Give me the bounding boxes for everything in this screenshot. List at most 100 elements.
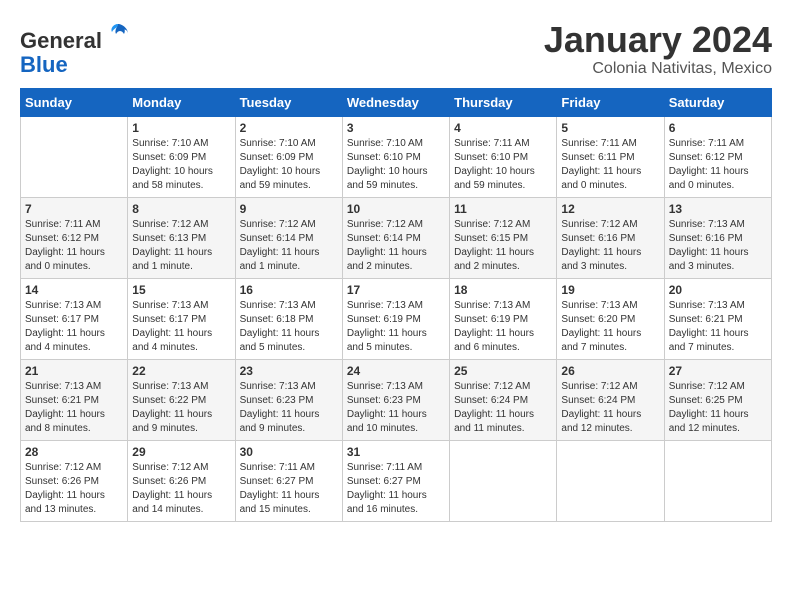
day-number: 20 (669, 283, 767, 297)
calendar-cell: 20Sunrise: 7:13 AM Sunset: 6:21 PM Dayli… (664, 278, 771, 359)
day-number: 8 (132, 202, 230, 216)
calendar-cell: 9Sunrise: 7:12 AM Sunset: 6:14 PM Daylig… (235, 197, 342, 278)
day-info: Sunrise: 7:10 AM Sunset: 6:10 PM Dayligh… (347, 137, 445, 193)
calendar-cell: 18 Sunrise: 7:13 AM Sunset: 6:19 PM Dayli… (450, 278, 557, 359)
calendar-cell: 28 Sunrise: 7:12 AM Sunset: 6:26 PM Dayli… (21, 440, 128, 521)
day-number: 9 (240, 202, 338, 216)
day-number: 27 (669, 364, 767, 378)
day-number: 28 (25, 445, 123, 459)
day-info: Sunrise: 7:13 AM Sunset: 6:18 PM Dayligh… (240, 299, 338, 355)
day-info: Sunrise: 7:11 AM Sunset: 6:11 PM Dayligh… (561, 137, 659, 193)
calendar-cell (450, 440, 557, 521)
day-number: 19 (561, 283, 659, 297)
day-info: Sunrise: 7:10 AM Sunset: 6:09 PM Dayligh… (132, 137, 230, 193)
day-info: Sunrise: 7:13 AM Sunset: 6:21 PM Dayligh… (25, 380, 123, 436)
title-block: January 2024 Colonia Nativitas, Mexico (544, 20, 772, 78)
calendar-cell: 10 Sunrise: 7:12 AM Sunset: 6:14 PM Dayli… (342, 197, 449, 278)
day-number: 10 (347, 202, 445, 216)
day-number: 5 (561, 121, 659, 135)
day-number: 31 (347, 445, 445, 459)
calendar-cell: 30 Sunrise: 7:11 AM Sunset: 6:27 PM Dayli… (235, 440, 342, 521)
day-number: 13 (669, 202, 767, 216)
day-info: Sunrise: 7:12 AM Sunset: 6:26 PM Dayligh… (132, 461, 230, 517)
day-info: Sunrise: 7:12 AM Sunset: 6:14 PM Dayligh… (347, 218, 445, 274)
calendar-cell: 24 Sunrise: 7:13 AM Sunset: 6:23 PM Dayli… (342, 359, 449, 440)
day-number: 29 (132, 445, 230, 459)
calendar-cell: 15Sunrise: 7:13 AM Sunset: 6:17 PM Dayli… (128, 278, 235, 359)
month-title: January 2024 (544, 20, 772, 60)
calendar-cell (21, 116, 128, 197)
day-number: 3 (347, 121, 445, 135)
calendar-cell (664, 440, 771, 521)
day-number: 17 (347, 283, 445, 297)
calendar-cell: 26Sunrise: 7:12 AM Sunset: 6:24 PM Dayli… (557, 359, 664, 440)
day-number: 2 (240, 121, 338, 135)
day-number: 25 (454, 364, 552, 378)
location-subtitle: Colonia Nativitas, Mexico (544, 60, 772, 78)
header-thursday: Thursday (450, 88, 557, 116)
week-row-1: 1 Sunrise: 7:10 AM Sunset: 6:09 PM Daylig… (21, 116, 772, 197)
day-number: 18 (454, 283, 552, 297)
calendar-cell: 5 Sunrise: 7:11 AM Sunset: 6:11 PM Daylig… (557, 116, 664, 197)
week-row-3: 14 Sunrise: 7:13 AM Sunset: 6:17 PM Dayli… (21, 278, 772, 359)
day-info: Sunrise: 7:12 AM Sunset: 6:25 PM Dayligh… (669, 380, 767, 436)
day-number: 14 (25, 283, 123, 297)
day-number: 22 (132, 364, 230, 378)
calendar-cell: 23 Sunrise: 7:13 AM Sunset: 6:23 PM Dayli… (235, 359, 342, 440)
calendar-cell: 1 Sunrise: 7:10 AM Sunset: 6:09 PM Daylig… (128, 116, 235, 197)
day-info: Sunrise: 7:13 AM Sunset: 6:23 PM Dayligh… (347, 380, 445, 436)
logo-bird-icon (104, 20, 132, 48)
day-info: Sunrise: 7:13 AM Sunset: 6:17 PM Dayligh… (25, 299, 123, 355)
day-info: Sunrise: 7:10 AM Sunset: 6:09 PM Dayligh… (240, 137, 338, 193)
calendar-cell: 14 Sunrise: 7:13 AM Sunset: 6:17 PM Dayli… (21, 278, 128, 359)
page-header: General Blue January 2024 Colonia Nativi… (20, 20, 772, 78)
day-info: Sunrise: 7:11 AM Sunset: 6:12 PM Dayligh… (25, 218, 123, 274)
day-info: Sunrise: 7:13 AM Sunset: 6:17 PM Dayligh… (132, 299, 230, 355)
calendar-cell: 12Sunrise: 7:12 AM Sunset: 6:16 PM Dayli… (557, 197, 664, 278)
day-number: 1 (132, 121, 230, 135)
calendar-cell: 31 Sunrise: 7:11 AM Sunset: 6:27 PM Dayli… (342, 440, 449, 521)
day-info: Sunrise: 7:11 AM Sunset: 6:27 PM Dayligh… (240, 461, 338, 517)
header-tuesday: Tuesday (235, 88, 342, 116)
calendar-cell (557, 440, 664, 521)
calendar-cell: 3 Sunrise: 7:10 AM Sunset: 6:10 PM Daylig… (342, 116, 449, 197)
day-number: 23 (240, 364, 338, 378)
day-info: Sunrise: 7:13 AM Sunset: 6:23 PM Dayligh… (240, 380, 338, 436)
calendar-cell: 22 Sunrise: 7:13 AM Sunset: 6:22 PM Dayli… (128, 359, 235, 440)
day-info: Sunrise: 7:12 AM Sunset: 6:24 PM Dayligh… (454, 380, 552, 436)
day-number: 11 (454, 202, 552, 216)
logo-general-text: General (20, 28, 102, 53)
logo-blue-text: Blue (20, 52, 68, 77)
day-number: 24 (347, 364, 445, 378)
calendar-cell: 11 Sunrise: 7:12 AM Sunset: 6:15 PM Dayli… (450, 197, 557, 278)
day-info: Sunrise: 7:13 AM Sunset: 6:16 PM Dayligh… (669, 218, 767, 274)
day-number: 4 (454, 121, 552, 135)
week-row-5: 28 Sunrise: 7:12 AM Sunset: 6:26 PM Dayli… (21, 440, 772, 521)
day-info: Sunrise: 7:11 AM Sunset: 6:27 PM Dayligh… (347, 461, 445, 517)
week-row-2: 7 Sunrise: 7:11 AM Sunset: 6:12 PM Daylig… (21, 197, 772, 278)
day-info: Sunrise: 7:11 AM Sunset: 6:12 PM Dayligh… (669, 137, 767, 193)
calendar-cell: 21 Sunrise: 7:13 AM Sunset: 6:21 PM Dayli… (21, 359, 128, 440)
day-info: Sunrise: 7:12 AM Sunset: 6:26 PM Dayligh… (25, 461, 123, 517)
day-info: Sunrise: 7:13 AM Sunset: 6:22 PM Dayligh… (132, 380, 230, 436)
day-number: 16 (240, 283, 338, 297)
day-number: 30 (240, 445, 338, 459)
header-wednesday: Wednesday (342, 88, 449, 116)
day-info: Sunrise: 7:13 AM Sunset: 6:19 PM Dayligh… (454, 299, 552, 355)
calendar-cell: 25 Sunrise: 7:12 AM Sunset: 6:24 PM Dayli… (450, 359, 557, 440)
calendar-cell: 4Sunrise: 7:11 AM Sunset: 6:10 PM Daylig… (450, 116, 557, 197)
day-number: 12 (561, 202, 659, 216)
day-info: Sunrise: 7:12 AM Sunset: 6:15 PM Dayligh… (454, 218, 552, 274)
day-number: 26 (561, 364, 659, 378)
day-info: Sunrise: 7:13 AM Sunset: 6:20 PM Dayligh… (561, 299, 659, 355)
header-monday: Monday (128, 88, 235, 116)
week-row-4: 21 Sunrise: 7:13 AM Sunset: 6:21 PM Dayli… (21, 359, 772, 440)
header-sunday: Sunday (21, 88, 128, 116)
calendar-cell: 16 Sunrise: 7:13 AM Sunset: 6:18 PM Dayli… (235, 278, 342, 359)
calendar-cell: 29 Sunrise: 7:12 AM Sunset: 6:26 PM Dayli… (128, 440, 235, 521)
header-friday: Friday (557, 88, 664, 116)
calendar-header-row: SundayMondayTuesdayWednesdayThursdayFrid… (21, 88, 772, 116)
calendar-cell: 7 Sunrise: 7:11 AM Sunset: 6:12 PM Daylig… (21, 197, 128, 278)
day-number: 7 (25, 202, 123, 216)
day-number: 21 (25, 364, 123, 378)
